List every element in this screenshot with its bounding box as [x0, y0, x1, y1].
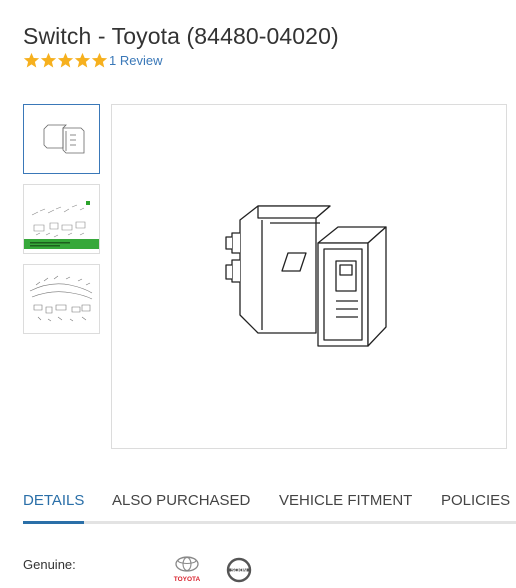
tab-details[interactable]: DETAILS [23, 492, 84, 509]
switch-illustration [225, 205, 387, 347]
scion-logo-icon: SCION [226, 557, 252, 583]
brand-logos: TOYOTA SCION [171, 555, 271, 588]
star-icon [23, 52, 40, 68]
tab-also-purchased[interactable]: ALSO PURCHASED [112, 492, 250, 509]
tab-vehicle-fitment[interactable]: VEHICLE FITMENT [279, 492, 412, 509]
toyota-logo-icon: TOYOTA [174, 556, 201, 583]
tab-policies[interactable]: POLICIES [441, 492, 510, 509]
svg-text:TOYOTA: TOYOTA [174, 576, 201, 583]
star-rating[interactable]: 1 Review [23, 52, 162, 69]
tabs-divider [23, 521, 516, 524]
svg-text:SCION: SCION [231, 568, 247, 574]
parts-diagram-thumbnail[interactable] [23, 184, 100, 254]
star-icon [91, 52, 108, 68]
product-title: Switch - Toyota (84480-04020) [23, 23, 339, 49]
switch-part-thumbnail[interactable] [23, 104, 100, 174]
main-product-image[interactable] [111, 104, 507, 449]
active-tab-indicator [23, 521, 84, 524]
star-icon [40, 52, 57, 68]
star-icon [57, 52, 74, 68]
product-tabs: DETAILS ALSO PURCHASED VEHICLE FITMENT P… [23, 492, 516, 526]
review-link[interactable]: 1 Review [109, 53, 162, 68]
dashboard-diagram-thumbnail[interactable] [23, 264, 100, 334]
star-icon [74, 52, 91, 68]
genuine-label: Genuine: [23, 557, 76, 572]
